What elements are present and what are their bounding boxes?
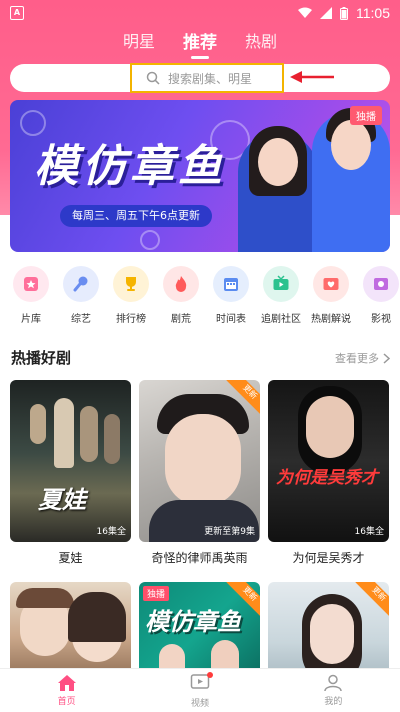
- category-variety[interactable]: 综艺: [56, 266, 106, 325]
- top-tabs: 明星 推荐 热剧: [0, 28, 400, 59]
- actress-figure: [238, 126, 318, 252]
- tv-icon: [273, 275, 289, 290]
- heart-tv-icon: [323, 278, 339, 290]
- category-schedule[interactable]: 时间表: [206, 266, 256, 325]
- home-icon: [57, 675, 76, 691]
- category-row: 片库 综艺 排行榜 剧荒 时间表 追剧社区 热剧解说 影视: [6, 266, 400, 325]
- search-icon: [146, 71, 160, 85]
- category-ranking[interactable]: 排行榜: [106, 266, 156, 325]
- calendar-icon: [224, 278, 238, 291]
- signal-icon: [320, 7, 332, 19]
- battery-icon: [340, 6, 348, 20]
- actor-figure: [312, 108, 390, 252]
- drama-title: 为何是吴秀才: [292, 551, 365, 565]
- category-commentary[interactable]: 热剧解说: [306, 266, 356, 325]
- film-icon: [374, 278, 388, 290]
- drama-poster: 为何是吴秀才 16集全: [268, 380, 389, 542]
- category-library[interactable]: 片库: [6, 266, 56, 325]
- hero-banner[interactable]: 模仿章鱼 每周三、周五下午6点更新 独播: [10, 100, 390, 252]
- status-bar: A 11:05: [0, 0, 400, 26]
- drama-poster: 夏娃 16集全: [10, 380, 131, 542]
- episode-badge: 更新至第9集: [204, 527, 255, 537]
- trophy-icon: [126, 277, 136, 291]
- tab-stars[interactable]: 明星: [123, 28, 155, 59]
- flame-icon: [175, 276, 187, 292]
- section-title: 热播好剧: [11, 349, 72, 367]
- clock: 11:05: [356, 5, 390, 21]
- tab-recommend[interactable]: 推荐: [183, 28, 217, 59]
- notification-icon: A: [10, 6, 24, 20]
- exclusive-badge: 独播: [350, 106, 382, 125]
- search-highlight-box[interactable]: 搜索剧集、明星: [130, 63, 284, 93]
- episode-badge: 16集全: [354, 527, 384, 537]
- drama-title: 奇怪的律师禹英雨: [151, 551, 248, 565]
- poster-title-overlay: 模仿章鱼: [145, 608, 241, 636]
- drama-card[interactable]: 更新 更新至第9集: [139, 380, 260, 542]
- update-corner-badge: 更新: [355, 582, 389, 618]
- tab-hot-dramas[interactable]: 热剧: [245, 28, 277, 59]
- search-input[interactable]: 搜索剧集、明星: [168, 70, 252, 87]
- drama-card[interactable]: 夏娃 16集全: [10, 380, 131, 542]
- wifi-icon: [298, 7, 312, 18]
- see-more-link[interactable]: 查看更多: [335, 350, 390, 366]
- profile-icon: [324, 674, 343, 692]
- category-drama-drought[interactable]: 剧荒: [156, 266, 206, 325]
- category-film[interactable]: 影视: [356, 266, 400, 325]
- bottom-nav: 首页 视频 我的: [0, 668, 400, 712]
- banner-title: 模仿章鱼: [34, 141, 226, 192]
- drama-card[interactable]: 独播 模仿章鱼 更新: [139, 582, 260, 682]
- drama-title: 夏娃: [58, 551, 83, 565]
- poster-title-overlay: 夏娃: [38, 486, 86, 514]
- library-icon: [24, 277, 38, 291]
- exclusive-badge: 独播: [143, 586, 170, 601]
- bubble-decoration: [140, 230, 160, 250]
- nav-video[interactable]: 视频: [133, 669, 266, 712]
- drama-card[interactable]: [10, 582, 131, 682]
- episode-badge: 16集全: [96, 527, 126, 537]
- poster-title-overlay: 为何是吴秀才: [276, 468, 378, 488]
- microphone-icon: [73, 276, 88, 292]
- drama-card[interactable]: 为何是吴秀才 16集全: [268, 380, 389, 542]
- drama-card[interactable]: 更新: [268, 582, 389, 682]
- drama-poster: 更新 更新至第9集: [139, 380, 260, 542]
- banner-subtitle: 每周三、周五下午6点更新: [60, 205, 212, 227]
- category-community[interactable]: 追剧社区: [256, 266, 306, 325]
- red-arrow-annotation: [290, 71, 334, 83]
- nav-home[interactable]: 首页: [0, 669, 133, 712]
- nav-profile[interactable]: 我的: [267, 669, 400, 712]
- notification-dot: [206, 672, 213, 678]
- chevron-right-icon: [383, 352, 390, 364]
